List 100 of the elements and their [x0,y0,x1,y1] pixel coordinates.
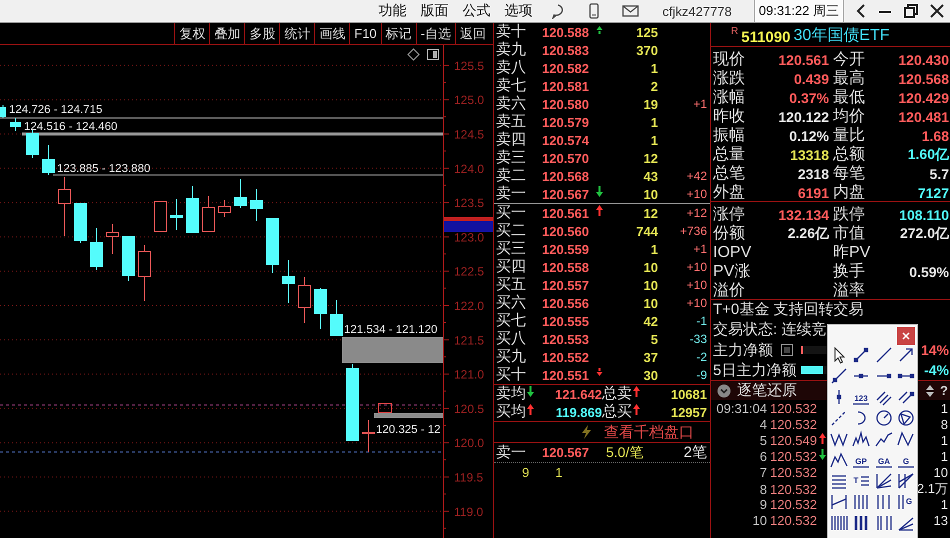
zigzag-icon[interactable] [896,430,915,448]
stat-value: 120.122 [778,108,829,124]
volume: 10 [644,278,658,292]
stat-value: 120.481 [898,108,949,124]
tick-price: 120.532 [769,496,818,512]
level-label: 买二 [496,222,527,240]
lightning-icon [580,424,592,440]
level-label: 买三 [496,240,527,258]
stat-label: 内盘 [833,182,866,203]
fan-lines-icon[interactable] [896,472,915,490]
volume: 1 [650,132,658,148]
help-button[interactable]: ? [940,383,948,398]
depth-link[interactable]: 查看千档盘口 [604,422,694,442]
chevron-left-icon[interactable] [856,4,866,18]
wave-icon[interactable] [830,451,848,469]
vertical-bars-icon[interactable] [852,493,870,511]
price-axis-label: 125.0 [454,93,484,108]
menu-item[interactable]: 选项 [497,2,540,20]
chevron-circle-icon[interactable] [717,384,731,398]
stat-label: 最低 [833,88,866,108]
tick-volume: 1 [940,400,948,416]
stat-value: 120.561 [778,52,829,68]
mail-icon[interactable] [622,4,640,18]
range-label: 121.534 - 121.120 [344,324,438,336]
vertical-bars-icon[interactable] [874,514,893,532]
ray-icon[interactable] [830,367,848,385]
price-axis-label: 124.0 [454,162,484,176]
candlestick [26,130,39,158]
candlestick [298,276,311,324]
stat-label: 总量 [713,145,746,165]
candlestick [282,260,295,304]
step-line-icon[interactable] [830,493,848,511]
sort-icon[interactable] [926,384,934,396]
line-segment-icon[interactable] [852,346,870,364]
line-icon[interactable] [874,346,893,364]
phone-icon[interactable] [588,3,600,19]
tick-volume: 1 [940,432,948,448]
menu-item[interactable]: 版面 [413,2,456,20]
close-icon[interactable] [930,4,944,18]
tick-volume: 10 [934,464,948,480]
close-button[interactable] [897,327,915,345]
fan-lines-icon[interactable] [874,472,893,490]
level-label: 卖五 [496,113,527,131]
candlestick [42,144,55,176]
username: cfjkz427778 [662,4,732,18]
wave-icon[interactable] [852,430,870,448]
panel-toggle-icon[interactable] [427,49,439,60]
stat-label: 跌停 [833,205,866,224]
order-size: 9 [522,464,530,480]
stat-label: 每笔 [833,164,866,184]
list-icon[interactable] [781,344,793,356]
stat-label: 振幅 [713,126,746,146]
candlestick [10,118,21,132]
tick-volume: 8 [940,416,948,432]
menu-item[interactable]: 功能 [371,2,414,20]
stat-value: 120.430 [898,52,949,68]
tick-price: 120.532 [769,482,818,496]
close-icon [902,332,910,340]
candlestick [218,200,231,218]
level-label: 卖四 [496,131,527,149]
circle-icon[interactable] [896,409,915,427]
total-volume: 12957 [670,404,707,420]
level-label: 卖二 [496,167,527,185]
vertical-bars-icon[interactable] [830,514,848,532]
stat-label: 涨停 [713,205,746,224]
diamond-icon[interactable] [407,48,420,61]
stat-value: 120.429 [898,90,949,106]
zigzag-icon[interactable] [874,430,893,448]
stat-label: 昨PV [833,243,872,262]
price-marker [444,217,493,232]
level-label: 买十 [496,366,527,384]
queue-average: 5.0/笔 [606,444,644,462]
restore-icon[interactable] [904,4,918,18]
price-axis-label: 120.5 [454,402,484,416]
vertical-bars-icon[interactable] [852,514,870,532]
volume-change: -2 [696,350,707,364]
total-label: 总买 [602,403,632,421]
menu-item[interactable]: 公式 [455,2,498,20]
stat-label: 昨收 [713,107,746,127]
stat-label: 市值 [833,224,866,244]
circle-icon[interactable] [874,409,893,427]
status-text: 交易状态: 连续竞 [713,321,826,338]
volume: 12 [644,150,658,166]
stat-label: 现价 [713,50,746,70]
average-label: 买均 [496,403,526,421]
tick-time: 6 [760,448,767,464]
price-axis-label: 121.5 [454,333,484,348]
stat-value: 2318 [798,166,829,182]
price: 120.553 [542,332,590,346]
stat-label: 最高 [833,68,866,89]
price-axis-label: 120.0 [454,436,484,450]
volume: 19 [644,96,658,112]
stat-value: 0.439 [794,70,829,86]
volume: 1 [650,242,658,256]
price: 120.567 [542,186,590,202]
candlestick [314,288,327,330]
candlestick [58,176,71,236]
range-label: 120.325 - 12 [376,424,441,436]
price-axis-label: 125.5 [454,58,484,73]
price: 120.582 [542,60,590,76]
